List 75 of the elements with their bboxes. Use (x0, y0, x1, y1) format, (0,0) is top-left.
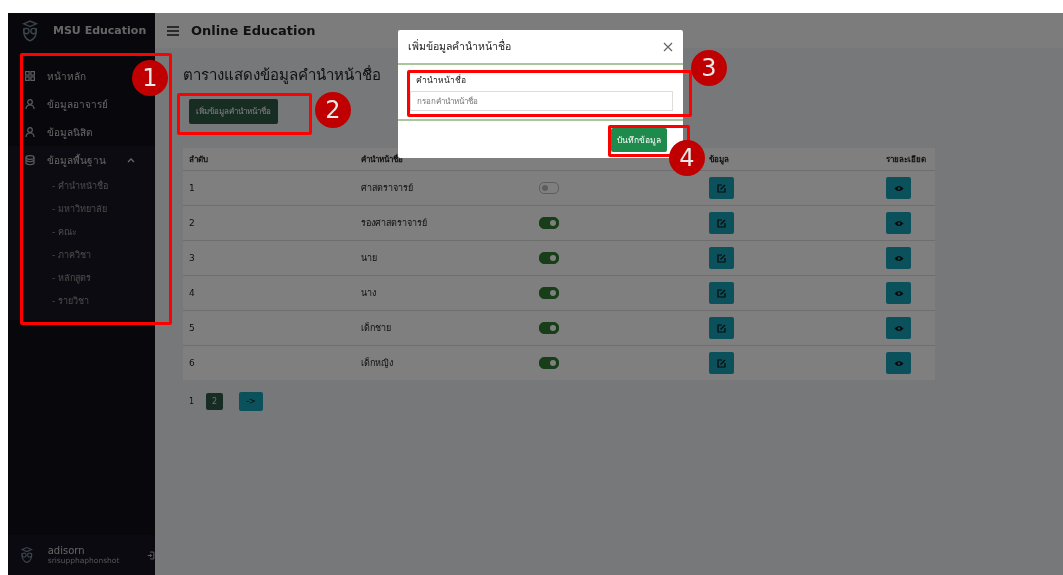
table-cell-text: 2 (189, 218, 196, 228)
column-header: คำนำหน้าชื่อ (361, 153, 404, 166)
sidebar-subitem[interactable]: - มหาวิทยาลัย (8, 197, 155, 220)
edit-button[interactable] (709, 282, 734, 304)
menu-icon[interactable] (167, 25, 179, 36)
user-icon (25, 127, 35, 137)
edit-button[interactable] (709, 352, 734, 374)
edit-icon (717, 358, 726, 368)
edit-icon (717, 288, 726, 298)
sidebar-subitem[interactable]: - ภาควิชา (8, 243, 155, 266)
sidebar-item[interactable]: ข้อมูลนิสิต (8, 118, 155, 146)
field-label: คำนำหน้าชื่อ (415, 73, 467, 87)
edit-icon (717, 323, 726, 333)
view-button[interactable] (886, 212, 911, 234)
owl-avatar-icon (20, 544, 34, 566)
view-button[interactable] (886, 352, 911, 374)
close-icon[interactable] (663, 41, 673, 52)
status-toggle[interactable] (539, 322, 559, 334)
column-header: รายละเอียด (886, 153, 927, 166)
view-button[interactable] (886, 247, 911, 269)
edit-button[interactable] (709, 247, 734, 269)
grid-icon (25, 71, 35, 81)
table-cell-text: รองศาสตราจารย์ (361, 217, 428, 230)
eye-icon (893, 359, 904, 367)
status-toggle[interactable] (539, 287, 559, 299)
sidebar-subitem[interactable]: - หลักสูตร (8, 266, 155, 289)
column-header: ข้อมูล (709, 153, 730, 166)
owl-logo-icon (21, 19, 39, 42)
user-name: adisorn (47, 545, 86, 556)
edit-icon (717, 183, 726, 193)
app-title: Online Education (191, 23, 316, 38)
sidebar-item[interactable]: ข้อมูลพื้นฐาน (8, 146, 155, 174)
eye-icon (893, 254, 904, 262)
view-button[interactable] (886, 177, 911, 199)
view-button[interactable] (886, 317, 911, 339)
edit-button[interactable] (709, 317, 734, 339)
edit-button[interactable] (709, 177, 734, 199)
table-cell-text: 1 (189, 183, 196, 193)
page-link[interactable]: 1 (183, 393, 201, 410)
view-button[interactable] (886, 282, 911, 304)
table-cell-text: นาง (361, 287, 377, 300)
status-toggle[interactable] (539, 217, 559, 229)
edit-button[interactable] (709, 212, 734, 234)
table-cell-text: 6 (189, 358, 196, 368)
user-icon (25, 99, 35, 109)
edit-icon (717, 218, 726, 228)
edit-icon (717, 253, 726, 263)
table-cell-text: เด็กหญิง (361, 356, 394, 370)
save-button[interactable]: บันทึกข้อมูล (611, 127, 667, 152)
table-cell-text: 5 (189, 323, 196, 333)
sidebar-subitem[interactable]: - รายวิชา (8, 289, 155, 312)
brand-name: MSU Education (53, 24, 147, 37)
sidebar-subitem[interactable]: - คำนำหน้าชื่อ (8, 174, 155, 197)
column-header: ลำดับ (189, 153, 209, 166)
next-page-button[interactable]: -> (239, 392, 263, 411)
status-toggle[interactable] (539, 252, 559, 264)
eye-icon (893, 184, 904, 192)
table-cell-text: 3 (189, 253, 196, 263)
page-heading: ตารางแสดงข้อมูลคำนำหน้าชื่อ (183, 64, 381, 86)
eye-icon (893, 289, 904, 297)
table-cell-text: นาย (361, 252, 378, 265)
table-cell-text: ศาสตราจารย์ (361, 182, 414, 195)
status-toggle[interactable] (539, 357, 559, 369)
page-link[interactable]: 2 (206, 393, 224, 410)
modal-title: เพิ่มข้อมูลคำนำหน้าชื่อ (408, 38, 511, 55)
status-toggle[interactable] (539, 182, 559, 194)
eye-icon (893, 324, 904, 332)
table-cell-text: เด็กชาย (361, 321, 392, 335)
table-cell-text: 4 (189, 288, 196, 298)
sidebar-subitem[interactable]: - คณะ (8, 220, 155, 243)
eye-icon (893, 219, 904, 227)
database-icon (25, 154, 35, 166)
chevron-icon (127, 157, 135, 163)
logout-icon[interactable] (147, 549, 155, 561)
add-button[interactable]: เพิ่มข้อมูลคำนำหน้าชื่อ (189, 99, 278, 124)
